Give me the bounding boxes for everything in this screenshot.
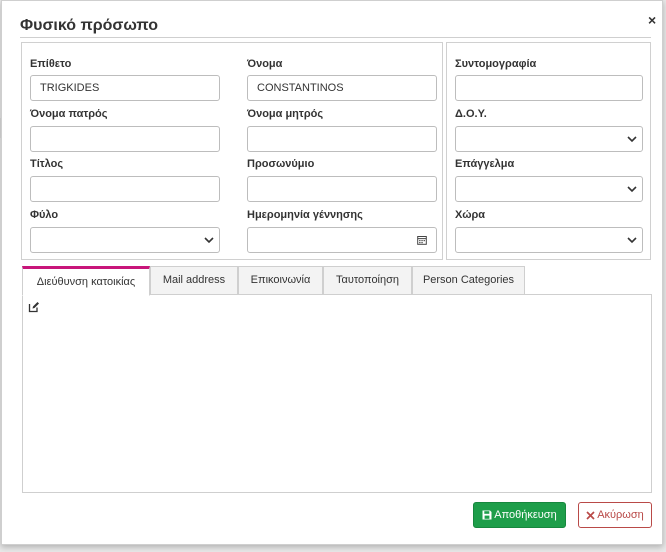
floppy-icon <box>482 510 492 520</box>
birth-date-label: Ημερομηνία γέννησης <box>247 209 363 221</box>
person-dialog: Φυσικό πρόσωπο × Επίθετο TRIGKIDES Όνομα… <box>1 0 663 545</box>
tax-office-label: Δ.Ο.Υ. <box>455 108 487 120</box>
gender-select[interactable] <box>30 227 220 253</box>
abbreviation-label: Συντομογραφία <box>455 58 537 70</box>
tab-mail-address[interactable]: Mail address <box>150 266 238 295</box>
surname-field[interactable]: TRIGKIDES <box>30 75 220 101</box>
title-field[interactable] <box>30 176 220 202</box>
tab-content-panel <box>22 294 652 493</box>
chevron-down-icon <box>627 186 637 193</box>
chevron-down-icon <box>627 237 637 244</box>
dialog-title: Φυσικό πρόσωπο <box>20 17 158 34</box>
x-icon <box>586 510 595 520</box>
nickname-label: Προσωνύμιο <box>247 158 315 170</box>
chevron-down-icon <box>204 237 214 244</box>
tab-identification[interactable]: Ταυτοποίηση <box>323 266 412 295</box>
gender-label: Φύλο <box>30 209 59 221</box>
first-name-label: Όνομα <box>247 58 283 70</box>
first-name-field[interactable]: CONSTANTINOS <box>247 75 437 101</box>
country-label: Χώρα <box>455 209 486 221</box>
main-fields-panel: Επίθετο TRIGKIDES Όνομα CONSTANTINOS Όνο… <box>21 42 443 260</box>
calendar-icon[interactable] <box>417 235 427 245</box>
nickname-field[interactable] <box>247 176 437 202</box>
country-select[interactable] <box>455 227 643 253</box>
birth-date-field[interactable] <box>247 227 437 253</box>
mother-name-label: Όνομα μητρός <box>247 108 324 120</box>
save-button[interactable]: Αποθήκευση <box>473 502 566 528</box>
tab-person-categories[interactable]: Person Categories <box>412 266 525 295</box>
surname-label: Επίθετο <box>30 58 72 70</box>
profession-label: Επάγγελμα <box>455 158 515 170</box>
father-name-field[interactable] <box>30 126 220 152</box>
tax-office-select[interactable] <box>455 126 643 152</box>
title-divider <box>20 37 651 38</box>
edit-icon[interactable] <box>28 301 40 313</box>
close-icon[interactable]: × <box>648 12 656 28</box>
tab-contact[interactable]: Επικοινωνία <box>238 266 323 295</box>
profession-select[interactable] <box>455 176 643 202</box>
side-fields-panel: Συντομογραφία Δ.Ο.Υ. Επάγγελμα Χώρα <box>446 42 651 260</box>
save-label: Αποθήκευση <box>494 509 557 521</box>
father-name-label: Όνομα πατρός <box>30 108 108 120</box>
abbreviation-field[interactable] <box>455 75 643 101</box>
cancel-button[interactable]: Ακύρωση <box>578 502 652 528</box>
cancel-label: Ακύρωση <box>597 509 644 521</box>
tab-home-address[interactable]: Διεύθυνση κατοικίας <box>22 266 150 296</box>
chevron-down-icon <box>627 136 637 143</box>
title-label: Τίτλος <box>30 158 64 170</box>
mother-name-field[interactable] <box>247 126 437 152</box>
